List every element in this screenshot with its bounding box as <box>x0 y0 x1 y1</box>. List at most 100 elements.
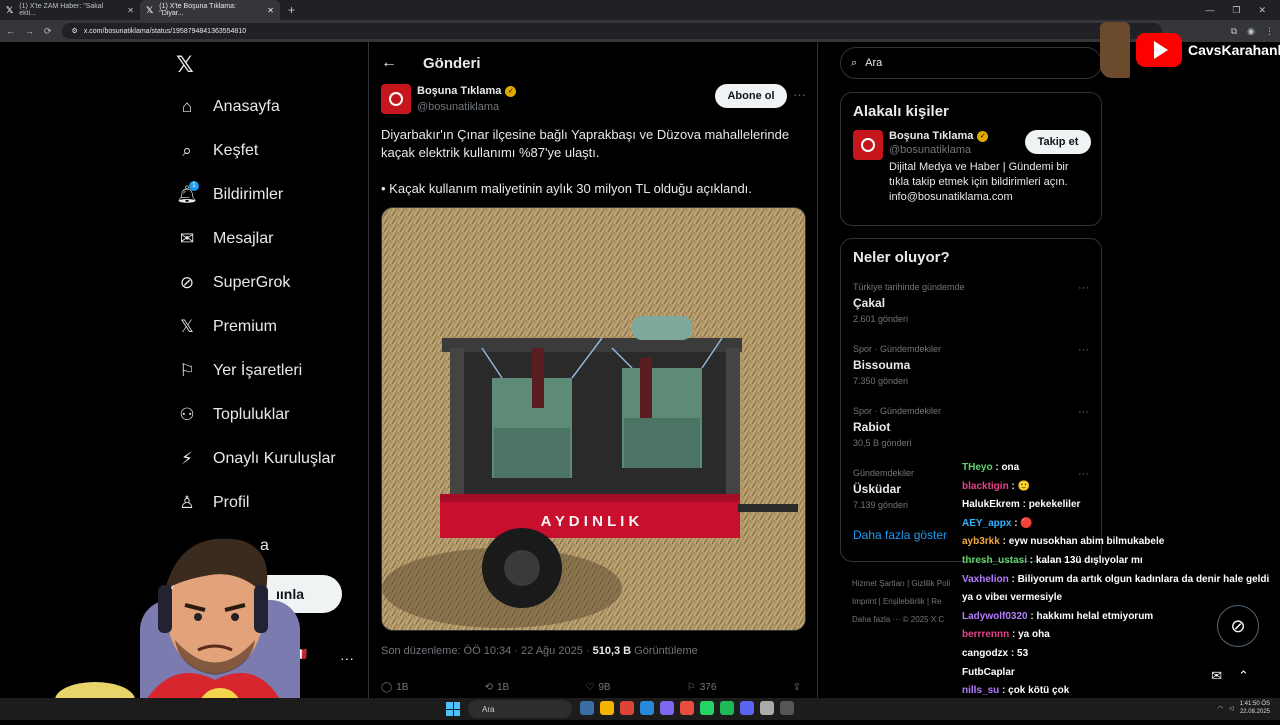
trend-item[interactable]: Spor · Gündemdekiler Bissouma 7.350 gönd… <box>841 338 1101 400</box>
share-button[interactable]: ⇪ <box>793 682 801 693</box>
follow-button[interactable]: Takip et <box>1025 130 1091 154</box>
avatar[interactable] <box>853 130 883 160</box>
subscribe-button[interactable]: Abone ol <box>715 84 787 108</box>
more-dots-icon[interactable]: ··· <box>793 87 806 102</box>
app-icon[interactable] <box>640 701 654 715</box>
back-arrow-icon[interactable]: ← <box>381 54 397 72</box>
forward-icon[interactable]: → <box>25 26 34 36</box>
close-window-icon[interactable]: ✕ <box>1258 5 1266 16</box>
windows-taskbar: Ara ◠ ◁ 1:41:50 ÖS 22.08.2025 <box>0 698 1280 720</box>
sidebar-item-notifications[interactable]: 🔔︎ 1 Bildirimler <box>176 181 283 205</box>
minimize-icon[interactable]: — <box>1205 5 1214 16</box>
reply-button[interactable]: ◯ 1B <box>381 682 408 693</box>
new-tab-icon[interactable]: + <box>280 3 303 17</box>
wifi-icon[interactable]: ◠ <box>1218 705 1223 712</box>
bookmark-button[interactable]: ⚐ 376 <box>687 682 717 693</box>
url-text: x.com/bosunatiklama/status/1958794841363… <box>83 27 247 35</box>
discord-icon[interactable] <box>740 701 754 715</box>
grok-icon: ⊘ <box>1230 615 1246 636</box>
trend-item[interactable]: Türkiye tarihinde gündemde Çakal 2.601 g… <box>841 276 1101 338</box>
verified-badge-icon: ✓ <box>977 130 989 142</box>
search-icon: ⌕ <box>851 56 858 69</box>
url-field[interactable]: ⚙ x.com/bosunatiklama/status/19587948413… <box>61 23 1162 39</box>
browser-tab-2[interactable]: 𝕏 (1) X'te Boşuna Tıklama: "Diyar... ✕ <box>140 0 280 20</box>
sidebar-item-verified-orgs[interactable]: ⚡︎ Onaylı Kuruluşlar <box>177 449 336 469</box>
logo-icon <box>389 92 403 106</box>
app-icon[interactable] <box>780 701 794 715</box>
logo-icon <box>861 138 875 152</box>
sidebar-item-supergrok[interactable]: ⊘ SuperGrok <box>177 273 291 293</box>
boot-icon <box>1100 22 1130 78</box>
related-bio: Dijital Medya ve Haber | Gündemi bir tık… <box>889 161 1069 203</box>
close-icon[interactable]: ✕ <box>267 6 274 15</box>
messages-drawer[interactable]: ✉ ⌃ <box>1190 660 1270 692</box>
streamer-avatar <box>40 520 300 725</box>
avatar[interactable] <box>381 84 411 114</box>
chat-message: Vaxhelion : Biliyorum da artık olgun kad… <box>962 573 1270 604</box>
sidebar-item-messages[interactable]: ✉ Mesajlar <box>177 229 274 249</box>
author-name[interactable]: Boşuna Tıklama ✓ <box>417 85 517 97</box>
search-placeholder: Ara <box>865 57 883 69</box>
card-title: Alakalı kişiler <box>853 103 949 120</box>
sidebar-item-home[interactable]: ⌂ Anasayfa <box>177 97 280 117</box>
back-icon[interactable]: ← <box>6 26 15 36</box>
sidebar-item-bookmarks[interactable]: ⚐ Yer İşaretleri <box>177 361 302 381</box>
like-button[interactable]: ♡ 9B <box>585 682 610 693</box>
taskbar-search[interactable]: Ara <box>468 700 572 718</box>
app-icon[interactable] <box>660 701 674 715</box>
chat-message: THeyo : ona <box>962 462 1020 473</box>
start-icon[interactable] <box>446 702 460 716</box>
new-message-icon[interactable]: ✉ <box>1211 668 1222 684</box>
transformer-trailer-photo: A Y D I N L I K <box>382 208 805 630</box>
whatsapp-icon[interactable] <box>700 701 714 715</box>
channel-logo: CavsKarahanli <box>1100 22 1280 78</box>
post-actions: ◯ 1B ⟲ 1B ♡ 9B ⚐ 376 ⇪ <box>381 682 801 693</box>
app-icon[interactable] <box>760 701 774 715</box>
chat-message: blacktigin : 🙂 <box>962 480 1031 492</box>
page-title: Gönderi <box>423 54 481 72</box>
search-input[interactable]: ⌕ Ara <box>840 47 1102 79</box>
sidebar-item-communities[interactable]: ⚇ Topluluklar <box>177 405 289 425</box>
tab-title: (1) X'te ZAM Haber: "Sakal ekti... <box>19 3 104 17</box>
taskbar-apps <box>580 701 794 715</box>
grok-icon: ⊘ <box>179 273 195 292</box>
chrome-icon[interactable] <box>620 701 634 715</box>
window-controls: — ❐ ✕ <box>1205 5 1280 16</box>
chevron-up-icon[interactable]: ⌃ <box>1238 668 1249 684</box>
search-icon: ⌕ <box>182 141 192 160</box>
grok-button[interactable]: ⊘ <box>1217 605 1259 647</box>
x-logo-icon[interactable]: 𝕏 <box>176 52 194 78</box>
trend-item[interactable]: Spor · Gündemdekiler Rabiot 30,5 B gönde… <box>841 400 1101 462</box>
view-count: 510,3 B <box>592 645 632 657</box>
repost-button[interactable]: ⟲ 1B <box>485 682 510 693</box>
browser-chrome: 𝕏 (1) X'te ZAM Haber: "Sakal ekti... ✕ 𝕏… <box>0 0 1280 42</box>
post-paragraph: • Kaçak kullanım maliyetinin aylık 30 mi… <box>381 181 752 196</box>
app-icon[interactable] <box>680 701 694 715</box>
column-divider <box>817 42 818 698</box>
more-dots-icon[interactable]: ··· <box>1078 344 1089 356</box>
trailer-lettering: A Y D I N L I K <box>541 513 640 530</box>
author-handle[interactable]: @bosunatiklama <box>417 101 499 113</box>
close-icon[interactable]: ✕ <box>127 6 134 15</box>
maximize-icon[interactable]: ❐ <box>1232 5 1240 16</box>
clock[interactable]: 1:41:50 ÖS 22.08.2025 <box>1240 700 1270 716</box>
app-icon[interactable] <box>580 701 594 715</box>
spotify-icon[interactable] <box>720 701 734 715</box>
heart-icon: ♡ <box>585 682 595 693</box>
more-dots-icon[interactable]: ··· <box>1078 282 1089 294</box>
volume-icon[interactable]: ◁ <box>1229 705 1234 712</box>
post-image[interactable]: A Y D I N L I K <box>381 207 806 631</box>
tab-bar: 𝕏 (1) X'te ZAM Haber: "Sakal ekti... ✕ 𝕏… <box>0 0 1280 20</box>
site-info-icon[interactable]: ⚙ <box>72 27 78 35</box>
sidebar-item-explore[interactable]: ⌕ Keşfet <box>177 141 258 161</box>
folder-icon[interactable] <box>600 701 614 715</box>
browser-tab-1[interactable]: 𝕏 (1) X'te ZAM Haber: "Sakal ekti... ✕ <box>0 0 140 20</box>
sidebar-item-premium[interactable]: 𝕏 Premium <box>177 317 277 337</box>
more-dots-icon[interactable]: ··· <box>1078 406 1089 418</box>
x-logo-icon: 𝕏 <box>6 4 14 15</box>
sidebar-item-profile[interactable]: ♙ Profil <box>177 493 249 513</box>
more-dots-icon[interactable]: ··· <box>340 650 354 666</box>
related-person[interactable]: Boşuna Tıklama ✓ @bosunatiklama Dijital M… <box>841 130 1101 214</box>
verified-badge-icon: ✓ <box>505 85 517 97</box>
reload-icon[interactable]: ⟳ <box>44 26 52 37</box>
